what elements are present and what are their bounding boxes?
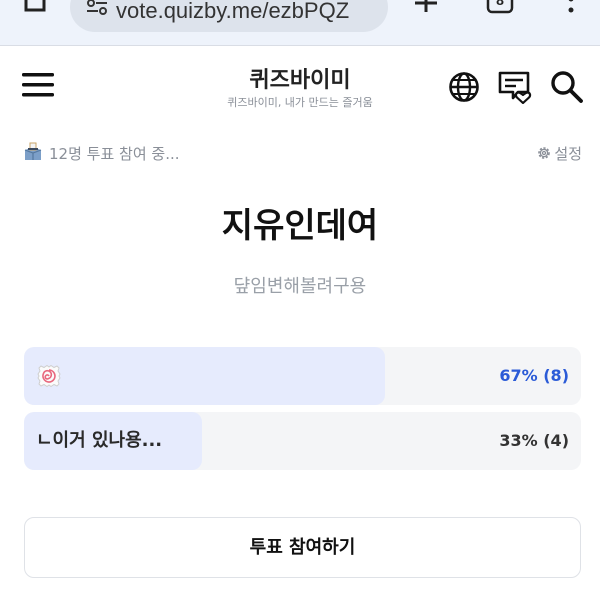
tab-count: 8 [496, 0, 504, 8]
option-result-1: 67% (8) [499, 366, 569, 385]
option-label-2: ㄴ이거 있나용... [36, 430, 163, 451]
tabs-icon[interactable]: 8 [486, 0, 514, 16]
browser-toolbar: vote.quizby.me/ezbPQZ 8 [0, 0, 600, 46]
ballot-box-icon [24, 142, 42, 160]
settings-label: 설정 [554, 145, 582, 163]
result-bar-1 [24, 347, 386, 405]
menu-dots-icon[interactable] [566, 0, 576, 16]
app-header: 퀴즈바이미 퀴즈바이미, 내가 만드는 즐거움 [0, 46, 600, 124]
tune-icon[interactable] [86, 0, 108, 16]
vote-option-1[interactable]: 67% (8) [24, 347, 581, 405]
vote-option-2[interactable]: ㄴ이거 있나용... 33% (4) [24, 412, 581, 470]
globe-icon[interactable] [448, 71, 480, 103]
chat-heart-icon[interactable] [496, 70, 532, 104]
gear-icon [538, 147, 551, 159]
address-bar[interactable]: vote.quizby.me/ezbPQZ [70, 0, 388, 32]
vote-submit-button[interactable]: 투표 참여하기 [24, 517, 581, 578]
vote-title: 지유인데여 [221, 206, 379, 246]
participant-count: 12명 투표 참여 중... [49, 145, 180, 163]
search-icon[interactable] [550, 70, 584, 104]
fishcake-icon [37, 364, 61, 388]
url-text: vote.quizby.me/ezbPQZ [116, 0, 350, 23]
home-icon[interactable] [18, 0, 52, 18]
plus-icon[interactable] [412, 0, 440, 14]
vote-description: 댶임변해볼려구용 [233, 276, 367, 297]
status-row: 12명 투표 참여 중... 설정 [22, 140, 582, 166]
settings-button[interactable]: 설정 [536, 143, 582, 164]
option-result-2: 33% (4) [499, 431, 569, 450]
